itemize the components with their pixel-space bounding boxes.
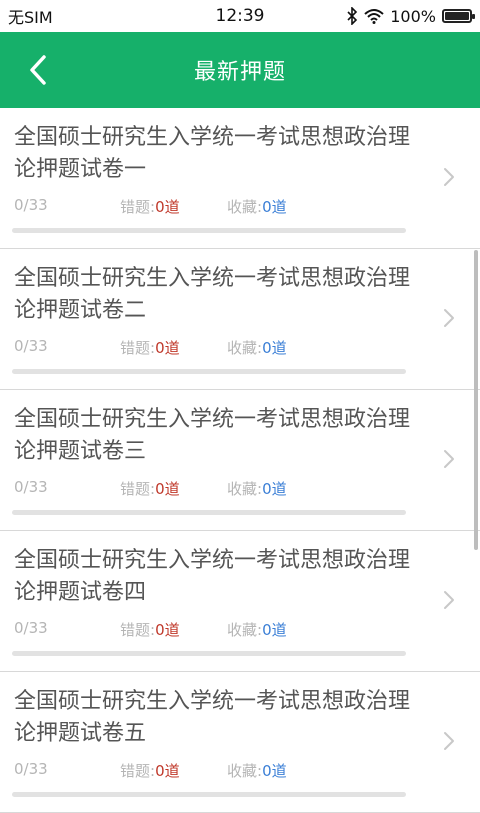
wrong-count: 0道 <box>155 198 180 216</box>
wrong-label: 错题: <box>120 480 156 498</box>
exam-title: 全国硕士研究生入学统一考试思想政治理论押题试卷一 <box>14 125 411 182</box>
list-item[interactable]: 全国硕士研究生入学统一考试思想政治理论押题试卷四 0/33 错题:0道 收藏:0… <box>0 531 480 672</box>
exam-meta: 0/33 错题:0道 收藏:0道 <box>14 760 287 780</box>
exam-meta: 0/33 错题:0道 收藏:0道 <box>14 337 287 357</box>
progress-count: 0/33 <box>14 619 48 637</box>
progress-bar <box>12 651 406 656</box>
fav-stat: 收藏:0道 <box>227 196 287 217</box>
status-icons: 100% <box>346 6 475 26</box>
scrollbar[interactable] <box>474 250 478 550</box>
fav-count: 0道 <box>262 621 287 639</box>
wrong-label: 错题: <box>120 762 156 780</box>
exam-meta: 0/33 错题:0道 收藏:0道 <box>14 619 287 639</box>
fav-label: 收藏: <box>227 198 263 216</box>
wrong-stat: 错题:0道 <box>120 337 180 358</box>
chevron-right-icon <box>444 168 454 186</box>
list-item[interactable]: 全国硕士研究生入学统一考试思想政治理论押题试卷三 0/33 错题:0道 收藏:0… <box>0 390 480 531</box>
progress-bar <box>12 228 406 233</box>
wrong-stat: 错题:0道 <box>120 478 180 499</box>
wrong-label: 错题: <box>120 339 156 357</box>
wrong-count: 0道 <box>155 621 180 639</box>
back-button[interactable] <box>18 50 58 90</box>
exam-meta: 0/33 错题:0道 收藏:0道 <box>14 196 287 216</box>
fav-count: 0道 <box>262 762 287 780</box>
wrong-count: 0道 <box>155 339 180 357</box>
list-item[interactable]: 全国硕士研究生入学统一考试思想政治理论押题试卷一 0/33 错题:0道 收藏:0… <box>0 108 480 249</box>
progress-count: 0/33 <box>14 337 48 355</box>
exam-title: 全国硕士研究生入学统一考试思想政治理论押题试卷五 <box>14 689 411 746</box>
fav-stat: 收藏:0道 <box>227 760 287 781</box>
fav-stat: 收藏:0道 <box>227 478 287 499</box>
wrong-count: 0道 <box>155 480 180 498</box>
list-item[interactable]: 全国硕士研究生入学统一考试思想政治理论押题试卷二 0/33 错题:0道 收藏:0… <box>0 249 480 390</box>
fav-count: 0道 <box>262 339 287 357</box>
fav-count: 0道 <box>262 480 287 498</box>
progress-bar <box>12 369 406 374</box>
fav-label: 收藏: <box>227 762 263 780</box>
exam-meta: 0/33 错题:0道 收藏:0道 <box>14 478 287 498</box>
progress-count: 0/33 <box>14 760 48 778</box>
progress-count: 0/33 <box>14 196 48 214</box>
chevron-right-icon <box>444 732 454 750</box>
bluetooth-icon <box>347 7 358 25</box>
fav-label: 收藏: <box>227 339 263 357</box>
progress-bar <box>12 510 406 515</box>
fav-count: 0道 <box>262 198 287 216</box>
exam-title: 全国硕士研究生入学统一考试思想政治理论押题试卷四 <box>14 548 411 605</box>
fav-stat: 收藏:0道 <box>227 619 287 640</box>
exam-title: 全国硕士研究生入学统一考试思想政治理论押题试卷二 <box>14 266 411 323</box>
chevron-left-icon <box>30 55 46 85</box>
wrong-label: 错题: <box>120 621 156 639</box>
chevron-right-icon <box>444 591 454 609</box>
page-title: 最新押题 <box>193 60 286 85</box>
wrong-stat: 错题:0道 <box>120 760 180 781</box>
progress-bar <box>12 792 406 797</box>
exam-title: 全国硕士研究生入学统一考试思想政治理论押题试卷三 <box>14 407 411 464</box>
wrong-count: 0道 <box>155 762 180 780</box>
wrong-label: 错题: <box>120 198 156 216</box>
chevron-right-icon <box>444 450 454 468</box>
fav-label: 收藏: <box>227 480 263 498</box>
list-item[interactable]: 全国硕士研究生入学统一考试思想政治理论押题试卷五 0/33 错题:0道 收藏:0… <box>0 672 480 813</box>
wrong-stat: 错题:0道 <box>120 196 180 217</box>
exam-list: 全国硕士研究生入学统一考试思想政治理论押题试卷一 0/33 错题:0道 收藏:0… <box>0 108 480 813</box>
progress-count: 0/33 <box>14 478 48 496</box>
fav-stat: 收藏:0道 <box>227 337 287 358</box>
battery-icon <box>442 9 475 23</box>
nav-header: 最新押题 <box>0 32 480 108</box>
chevron-right-icon <box>444 309 454 327</box>
battery-percent: 100% <box>390 6 436 26</box>
status-bar: 无SIM 12:39 100% <box>0 0 480 32</box>
fav-label: 收藏: <box>227 621 263 639</box>
wrong-stat: 错题:0道 <box>120 619 180 640</box>
wifi-icon <box>364 9 384 24</box>
